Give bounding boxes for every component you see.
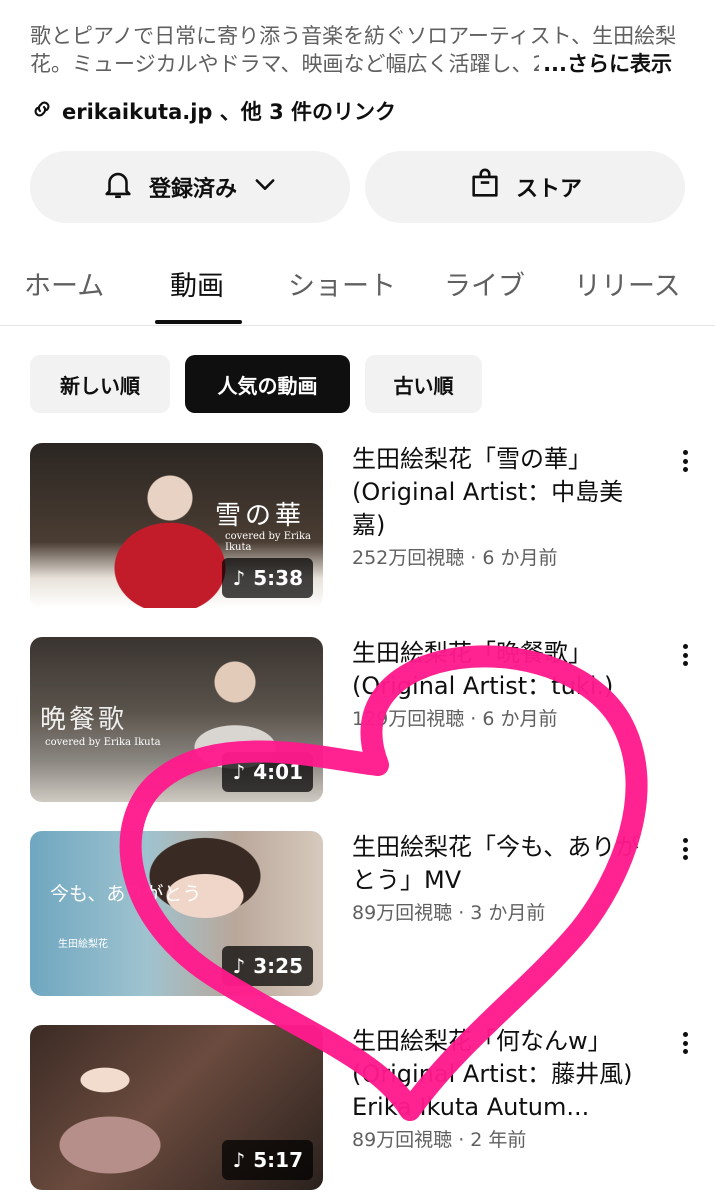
- video-title[interactable]: 生田絵梨花「雪の華」(Original Artist：中島美嘉): [352, 443, 652, 542]
- tab-shorts[interactable]: ショート: [288, 264, 396, 303]
- music-note-icon: ♪: [232, 566, 246, 590]
- description-line-2: 花。ミュージカルやドラマ、映画など幅広く活躍し、20: [30, 52, 560, 76]
- duration-text: 5:17: [253, 1148, 303, 1172]
- duration-badge: ♪ 4:01: [222, 752, 313, 792]
- video-item[interactable]: ♪ 5:17 生田絵梨花「何なんw」(Original Artist：藤井風) …: [30, 1025, 700, 1190]
- thumbnail-title: 今も、ありがとう: [50, 883, 202, 905]
- thumbnail-subtitle: 生田絵梨花: [58, 939, 108, 950]
- store-button[interactable]: ストア: [365, 151, 685, 223]
- video-meta: 89万回視聴 · 3 か月前: [352, 902, 546, 924]
- thumbnail-subtitle: covered by Erika Ikuta: [45, 737, 161, 748]
- video-title[interactable]: 生田絵梨花「何なんw」(Original Artist：藤井風) Erika I…: [352, 1025, 652, 1124]
- chip-popular[interactable]: 人気の動画: [185, 355, 350, 413]
- video-thumbnail[interactable]: ♪ 5:17: [30, 1025, 323, 1190]
- chip-oldest[interactable]: 古い順: [365, 355, 482, 413]
- channel-links[interactable]: erikaikuta.jp 、他 3 件のリンク: [30, 96, 396, 126]
- more-options-icon[interactable]: [678, 1029, 692, 1057]
- tab-live[interactable]: ライブ: [444, 264, 525, 303]
- subscribed-button[interactable]: 登録済み: [30, 151, 350, 223]
- description-line-1: 歌とピアノで日常に寄り添う音楽を紡ぐソロアーティスト、生田絵梨: [30, 24, 677, 48]
- tab-home[interactable]: ホーム: [24, 264, 104, 303]
- tab-videos[interactable]: 動画: [170, 264, 224, 303]
- bell-icon: [101, 167, 135, 207]
- video-meta: 129万回視聴 · 6 か月前: [352, 708, 558, 730]
- duration-text: 4:01: [253, 760, 303, 784]
- music-note-icon: ♪: [232, 760, 246, 784]
- chevron-down-icon: [251, 170, 279, 204]
- video-item[interactable]: 晩餐歌 covered by Erika Ikuta ♪ 4:01 生田絵梨花「…: [30, 637, 700, 802]
- video-thumbnail[interactable]: 雪の華 covered by Erika Ikuta ♪ 5:38: [30, 443, 323, 608]
- duration-text: 3:25: [253, 954, 303, 978]
- thumbnail-title: 雪の華: [215, 501, 306, 531]
- video-title[interactable]: 生田絵梨花「晩餐歌」(Original Artist：tuki.): [352, 637, 652, 703]
- channel-tabs: ホーム 動画 ショート ライブ リリース: [0, 250, 715, 326]
- show-more-link[interactable]: ...さらに表示: [539, 50, 672, 78]
- duration-text: 5:38: [253, 566, 303, 590]
- more-options-icon[interactable]: [678, 835, 692, 863]
- store-label: ストア: [515, 177, 582, 202]
- active-tab-indicator: [155, 320, 242, 324]
- video-thumbnail[interactable]: 晩餐歌 covered by Erika Ikuta ♪ 4:01: [30, 637, 323, 802]
- duration-badge: ♪ 5:38: [222, 558, 313, 598]
- tab-releases[interactable]: リリース: [574, 264, 681, 303]
- more-options-icon[interactable]: [678, 447, 692, 475]
- thumbnail-title: 晩餐歌: [40, 705, 128, 735]
- music-note-icon: ♪: [232, 954, 246, 978]
- more-options-icon[interactable]: [678, 641, 692, 669]
- subscribed-label: 登録済み: [148, 177, 237, 202]
- duration-badge: ♪ 5:17: [222, 1140, 313, 1180]
- music-note-icon: ♪: [232, 1148, 246, 1172]
- duration-badge: ♪ 3:25: [222, 946, 313, 986]
- video-title[interactable]: 生田絵梨花「今も、ありがとう」MV: [352, 831, 652, 897]
- links-text: erikaikuta.jp 、他 3 件のリンク: [62, 100, 397, 124]
- thumbnail-subtitle: covered by Erika Ikuta: [225, 531, 311, 553]
- chip-newest[interactable]: 新しい順: [30, 355, 170, 413]
- shopping-bag-icon: [468, 167, 502, 207]
- channel-description[interactable]: 歌とピアノで日常に寄り添う音楽を紡ぐソロアーティスト、生田絵梨 花。ミュージカル…: [30, 22, 690, 78]
- video-item[interactable]: 今も、ありがとう 生田絵梨花 ♪ 3:25 生田絵梨花「今も、ありがとう」MV …: [30, 831, 700, 996]
- video-meta: 252万回視聴 · 6 か月前: [352, 547, 558, 569]
- video-item[interactable]: 雪の華 covered by Erika Ikuta ♪ 5:38 生田絵梨花「…: [30, 443, 700, 608]
- link-icon: [30, 97, 54, 126]
- video-meta: 89万回視聴 · 2 年前: [352, 1129, 527, 1151]
- video-thumbnail[interactable]: 今も、ありがとう 生田絵梨花 ♪ 3:25: [30, 831, 323, 996]
